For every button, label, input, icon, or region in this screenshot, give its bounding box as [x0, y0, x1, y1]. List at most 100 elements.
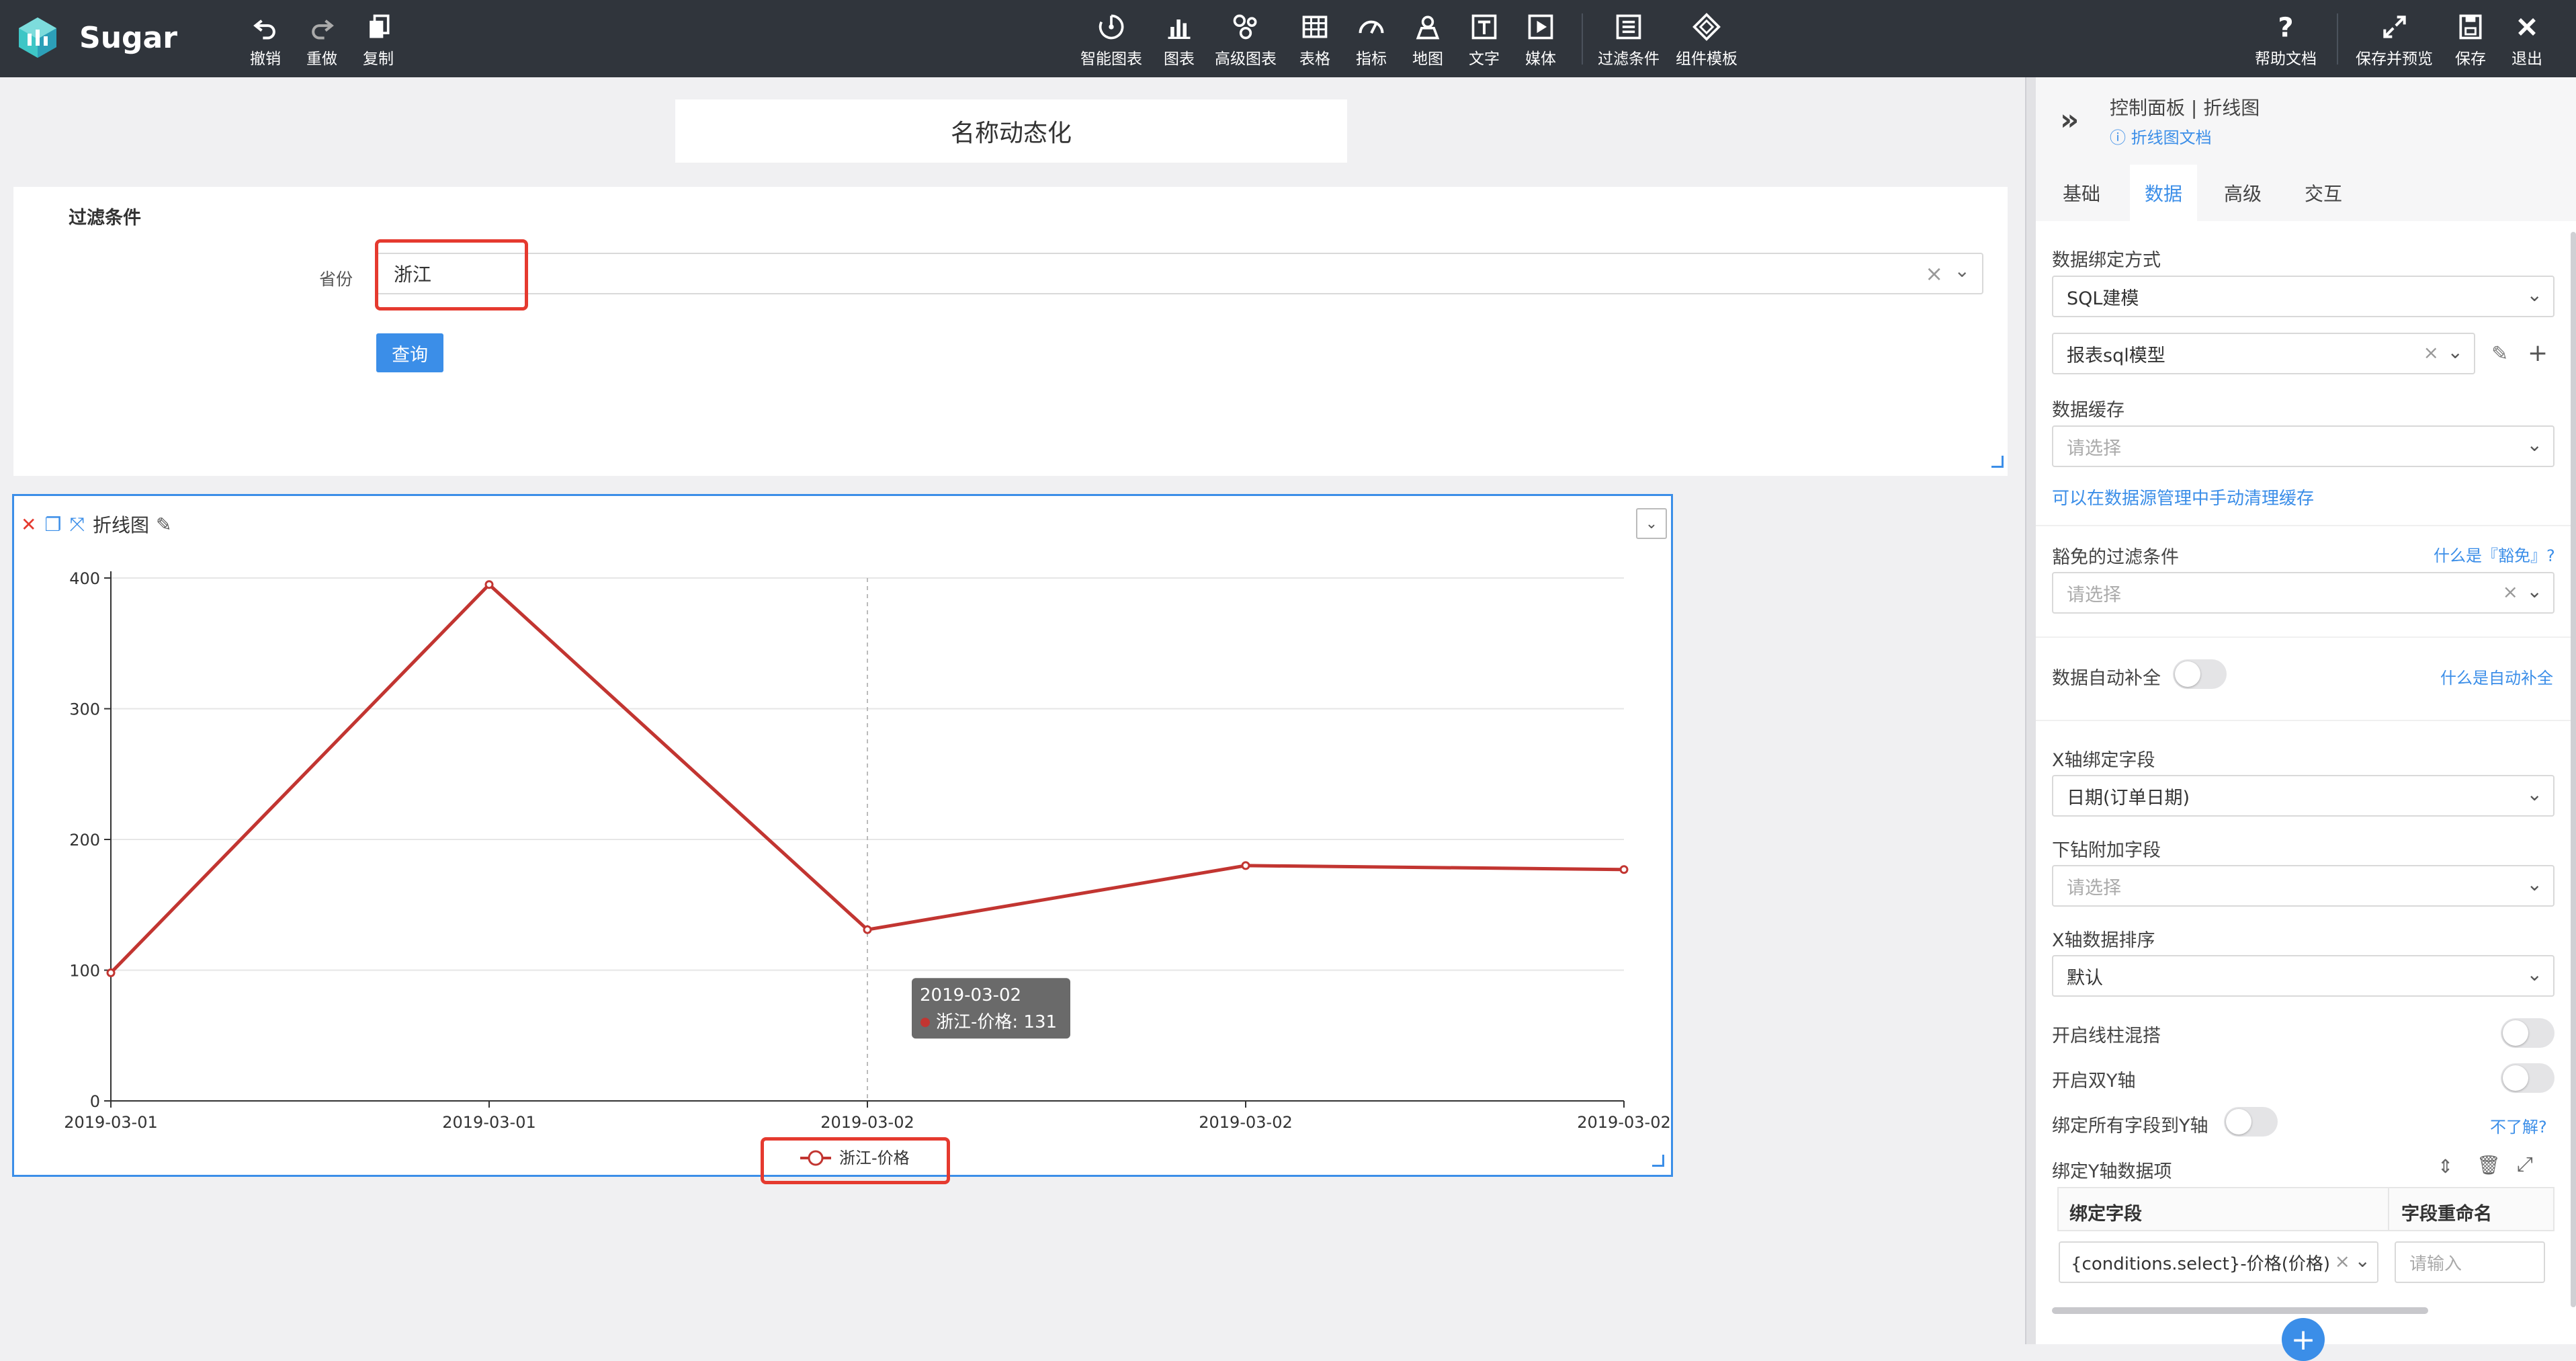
save-button[interactable]: 保存: [2455, 12, 2486, 69]
chevron-down-icon: ⌄: [2526, 580, 2542, 602]
line-chart: 0 100 200 300 400 2019-03-01 2019-03-01 2019-03…: [64, 569, 1670, 1167]
autofill-toggle[interactable]: [2173, 659, 2227, 689]
toolbar-divider: [1582, 13, 1583, 65]
redo-button[interactable]: 重做: [306, 12, 337, 69]
data-point: [1241, 861, 1250, 870]
template-button[interactable]: 组件模板: [1676, 12, 1737, 69]
clear-icon: ×: [2334, 1250, 2350, 1272]
chevron-down-icon: ⌄: [2354, 1249, 2370, 1272]
advanced-chart-button[interactable]: 高级图表: [1215, 12, 1277, 69]
y-items-label: 绑定Y轴数据项: [2052, 1161, 2172, 1182]
model-select[interactable]: 报表sql模型 × ⌄: [2052, 333, 2475, 374]
cache-label: 数据缓存: [2052, 400, 2124, 421]
bind-all-help-link[interactable]: 不了解?: [2490, 1114, 2547, 1137]
chevron-down-icon: ⌄: [2526, 284, 2542, 306]
tab-basic[interactable]: 基础: [2047, 165, 2116, 221]
resize-handle[interactable]: [1991, 456, 2004, 468]
data-point: [863, 925, 872, 934]
horizontal-scrollbar[interactable]: [2052, 1307, 2428, 1314]
page-title[interactable]: 名称动态化: [675, 99, 1347, 163]
binding-mode-select[interactable]: SQL建模 ⌄: [2052, 276, 2554, 317]
dual-y-toggle[interactable]: [2501, 1063, 2554, 1093]
filter-icon: [1616, 14, 1641, 40]
tab-advanced[interactable]: 高级: [2208, 165, 2278, 221]
undo-button[interactable]: 撤销: [250, 12, 281, 69]
vertical-scrollbar[interactable]: [2571, 232, 2576, 1307]
x-sort-select[interactable]: 默认 ⌄: [2052, 955, 2554, 997]
expand-icon[interactable]: ⤢: [2517, 1153, 2533, 1176]
bind-all-y-toggle[interactable]: [2224, 1107, 2278, 1137]
clear-icon[interactable]: ×: [1925, 261, 1943, 286]
tooltip-marker: [920, 1018, 930, 1028]
help-icon: ?: [2278, 12, 2293, 42]
save-preview-button[interactable]: 保存并预览: [2356, 12, 2433, 69]
sort-icon[interactable]: ⇕: [2438, 1155, 2453, 1178]
immune-filter-select[interactable]: 请选择 × ⌄: [2052, 572, 2554, 614]
chevron-down-icon: ⌄: [2526, 963, 2542, 985]
clear-cache-link[interactable]: 可以在数据源管理中手动清理缓存: [2052, 485, 2314, 509]
autofill-help-link[interactable]: 什么是自动补全: [2440, 665, 2553, 688]
trash-icon[interactable]: 🗑: [2477, 1154, 2501, 1176]
drill-field-select[interactable]: 请选择 ⌄: [2052, 865, 2554, 907]
chevron-down-icon[interactable]: ⌄: [1955, 259, 1970, 282]
x-tick-label: 2019-03-02: [820, 1113, 914, 1132]
chevron-down-icon: ⌄: [2526, 434, 2542, 456]
chevron-down-icon: ⌄: [2447, 341, 2463, 363]
y-tick-label: 100: [69, 962, 100, 981]
y-tick-label: 300: [69, 700, 100, 719]
map-button[interactable]: 地图: [1412, 12, 1443, 69]
help-button[interactable]: ? 帮助文档: [2255, 12, 2317, 69]
line-chart-panel[interactable]: ✕ ❐ ⤧ 折线图 ✎ ⌄ 0 100 200 300 400 2019-03-01 201…: [12, 494, 1673, 1177]
doc-link[interactable]: ⓘ 折线图文档: [2110, 124, 2212, 148]
advanced-chart-icon: [1233, 14, 1257, 40]
rename-input[interactable]: 请输入: [2395, 1241, 2545, 1283]
add-model-icon[interactable]: +: [2528, 339, 2548, 367]
bar-mix-toggle[interactable]: [2501, 1018, 2554, 1048]
text-button[interactable]: 文字: [1469, 12, 1500, 69]
immune-filter-label: 豁免的过滤条件: [2052, 547, 2179, 568]
table-button[interactable]: 表格: [1299, 12, 1330, 69]
smart-chart-icon: [1099, 14, 1124, 40]
filter-button[interactable]: 过滤条件: [1598, 12, 1660, 69]
media-button[interactable]: 媒体: [1525, 12, 1556, 69]
edit-model-icon[interactable]: ✎: [2491, 342, 2508, 366]
resize-handle[interactable]: [1652, 1155, 1664, 1167]
text-icon: [1471, 14, 1497, 40]
exit-button[interactable]: 退出: [2511, 12, 2542, 69]
smart-chart-button[interactable]: 智能图表: [1080, 12, 1142, 69]
filter-panel[interactable]: 过滤条件 省份 浙江 × ⌄ 查询: [13, 187, 2008, 476]
top-toolbar: Sugar 撤销 重做 复制 智能图表 图表 高级图表 表格 指标 地图 文字: [0, 0, 2576, 77]
metric-button[interactable]: 指标: [1356, 12, 1387, 69]
panel-splitter[interactable]: [2025, 77, 2036, 1344]
svg-text:?: ?: [2278, 12, 2293, 42]
immune-help-link[interactable]: 什么是『豁免』?: [2434, 542, 2555, 566]
copy-button[interactable]: 复制: [363, 12, 394, 69]
data-point: [484, 580, 494, 589]
y-field-select[interactable]: {conditions.select}-价格(价格) × ⌄: [2059, 1241, 2378, 1283]
add-y-item-button[interactable]: +: [2282, 1318, 2325, 1361]
section-divider: [2036, 720, 2576, 721]
province-select[interactable]: 浙江 × ⌄: [376, 253, 1983, 294]
expand-icon: [2382, 15, 2406, 38]
tab-interaction[interactable]: 交互: [2288, 165, 2358, 221]
save-icon: [2459, 14, 2482, 40]
query-button[interactable]: 查询: [376, 333, 443, 372]
undo-icon: [253, 19, 275, 40]
chart-button[interactable]: 图表: [1164, 12, 1195, 69]
x-field-label: X轴绑定字段: [2052, 750, 2155, 771]
control-panel-header: » 控制面板 | 折线图 ⓘ 折线图文档: [2036, 77, 2576, 165]
province-label: 省份: [319, 270, 353, 289]
map-pin-icon: [1416, 15, 1440, 40]
collapse-icon[interactable]: »: [2060, 103, 2079, 137]
copy-icon: [370, 14, 390, 38]
tooltip-title: 2019-03-02: [920, 985, 1021, 1005]
control-panel-title: 控制面板 | 折线图: [2110, 97, 2260, 119]
tab-data[interactable]: 数据: [2130, 165, 2197, 221]
x-field-select[interactable]: 日期(订单日期) ⌄: [2052, 775, 2554, 817]
chevron-down-icon: ⌄: [2526, 783, 2542, 805]
cache-select[interactable]: 请选择 ⌄: [2052, 425, 2554, 467]
grid-col-bind-field: 绑定字段: [2069, 1204, 2142, 1225]
autofill-label: 数据自动补全: [2052, 668, 2161, 689]
data-point: [106, 968, 116, 977]
bind-all-y-label: 绑定所有字段到Y轴: [2052, 1116, 2208, 1137]
